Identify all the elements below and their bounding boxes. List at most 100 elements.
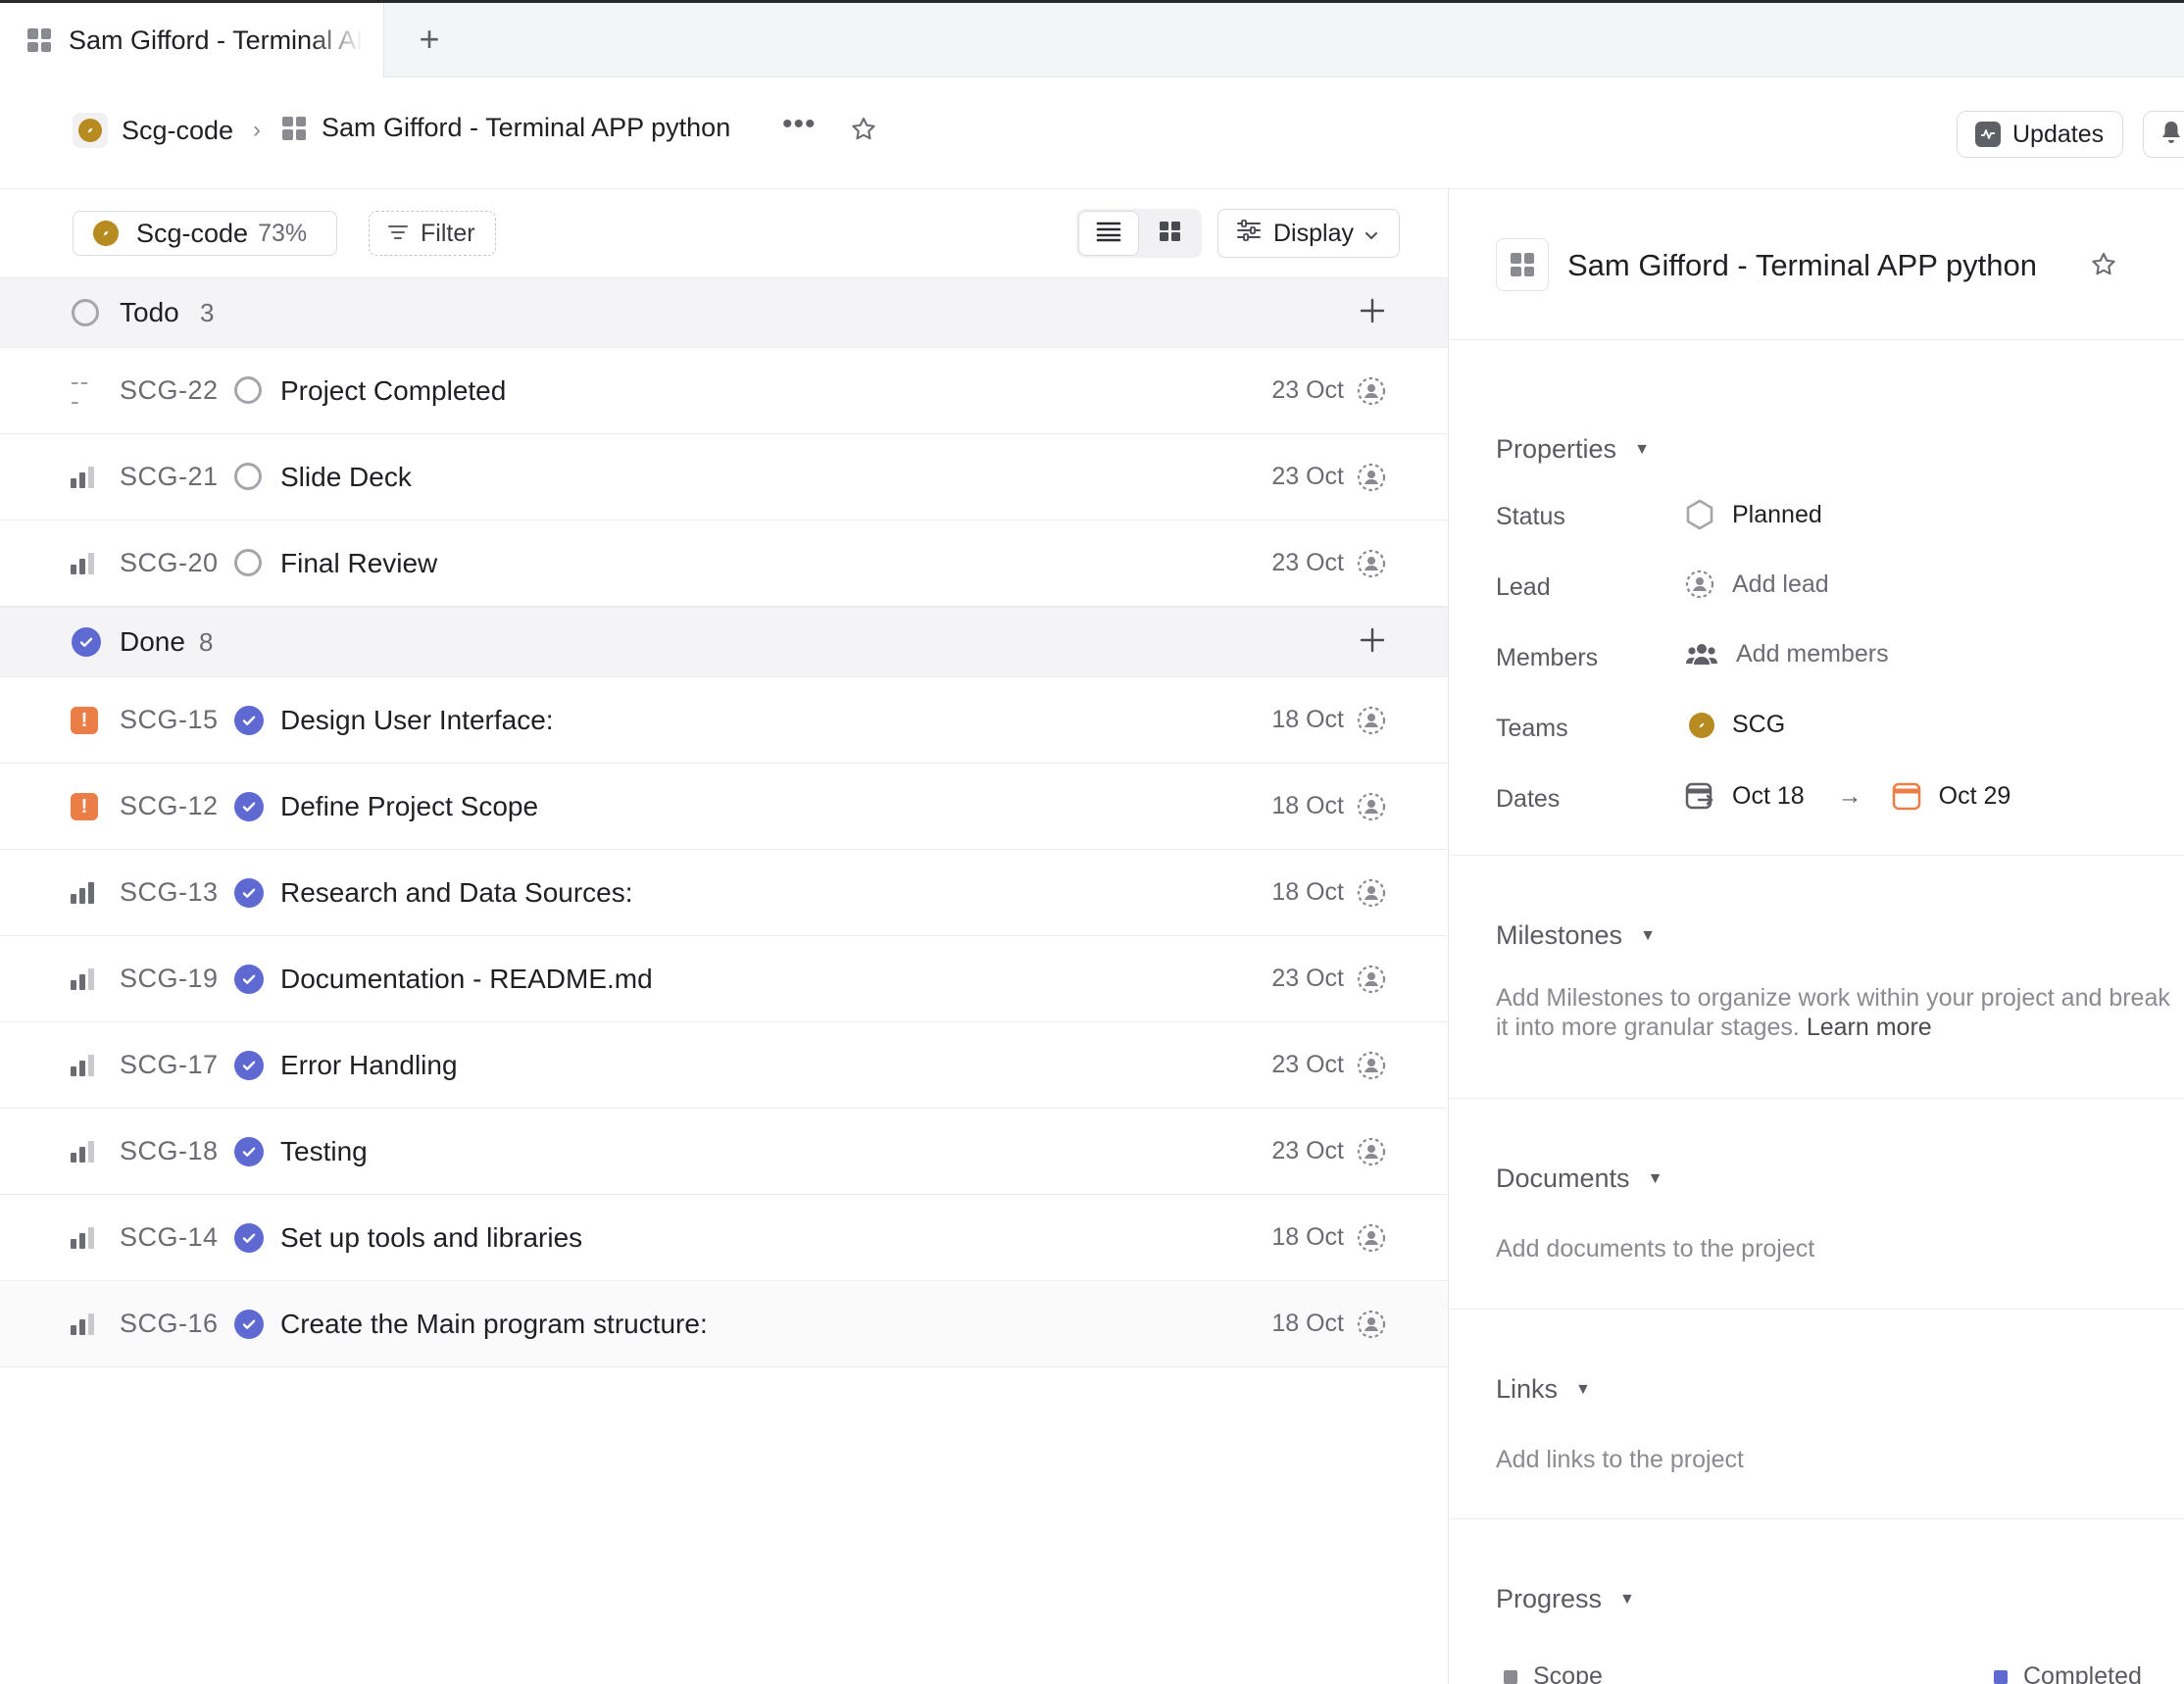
issue-date: 23 Oct xyxy=(1271,463,1344,490)
issue-identifier: SCG-22 xyxy=(120,375,219,405)
caret-down-icon: ▼ xyxy=(1640,926,1656,944)
scope-swatch xyxy=(1504,1669,1517,1684)
documents-empty-text[interactable]: Add documents to the project xyxy=(1496,1234,1814,1263)
links-heading-label: Links xyxy=(1496,1374,1559,1404)
group-header-done[interactable]: Done 8 xyxy=(0,607,1448,677)
dates-value[interactable]: Oct 18 → Oct 29 xyxy=(1685,781,2010,811)
breadcrumb-team[interactable]: Scg-code xyxy=(73,113,233,148)
links-heading[interactable]: Links ▼ xyxy=(1496,1374,1591,1405)
issue-row[interactable]: SCG-17 Error Handling 23 Oct xyxy=(0,1022,1448,1109)
documents-heading[interactable]: Documents ▼ xyxy=(1496,1164,1663,1194)
issue-row[interactable]: SCG-19 Documentation - README.md 23 Oct xyxy=(0,936,1448,1022)
done-status-icon[interactable] xyxy=(234,878,264,908)
assignee-avatar-icon[interactable] xyxy=(1357,549,1386,583)
priority-button[interactable] xyxy=(71,464,98,491)
team-icon-wrap xyxy=(73,113,108,148)
priority-button[interactable]: --- xyxy=(71,369,98,414)
todo-status-icon[interactable] xyxy=(234,463,262,490)
issue-row[interactable]: SCG-20 Final Review 23 Oct xyxy=(0,520,1448,607)
no-priority-icon: --- xyxy=(71,367,90,416)
priority-button[interactable] xyxy=(71,1138,98,1165)
favorite-star-icon[interactable] xyxy=(2089,250,2118,284)
todo-status-icon[interactable] xyxy=(234,549,262,576)
breadcrumb-project[interactable]: Sam Gifford - Terminal APP python xyxy=(282,113,730,143)
assignee-avatar-icon[interactable] xyxy=(1357,706,1386,740)
assignee-avatar-icon[interactable] xyxy=(1357,1223,1386,1258)
issue-identifier: SCG-17 xyxy=(120,1050,219,1079)
assignee-avatar-icon[interactable] xyxy=(1357,1051,1386,1085)
issue-date: 18 Oct xyxy=(1271,878,1344,906)
issue-title: Research and Data Sources: xyxy=(280,876,633,908)
issue-row[interactable]: SCG-14 Set up tools and libraries 18 Oct xyxy=(0,1195,1448,1281)
add-issue-button[interactable] xyxy=(1359,294,1386,331)
done-status-icon[interactable] xyxy=(234,1310,264,1339)
issue-date: 18 Oct xyxy=(1271,792,1344,819)
done-status-icon[interactable] xyxy=(234,792,264,821)
progress-heading[interactable]: Progress ▼ xyxy=(1496,1584,1635,1614)
documents-section: Documents ▼ Add documents to the project xyxy=(1450,1099,2184,1310)
todo-status-icon[interactable] xyxy=(234,376,262,404)
assignee-avatar-icon[interactable] xyxy=(1357,878,1386,913)
medium-priority-icon xyxy=(71,1227,94,1249)
issue-row[interactable]: ! SCG-12 Define Project Scope 18 Oct xyxy=(0,764,1448,850)
done-status-icon[interactable] xyxy=(234,965,264,994)
priority-button[interactable]: ! xyxy=(71,707,98,734)
lead-value[interactable]: Add lead xyxy=(1685,570,1829,599)
notifications-button[interactable] xyxy=(2143,111,2184,158)
priority-button[interactable] xyxy=(71,1052,98,1079)
priority-button[interactable] xyxy=(71,1311,98,1338)
priority-button[interactable] xyxy=(71,966,98,993)
caret-down-icon: ▼ xyxy=(1634,440,1650,458)
details-title[interactable]: Sam Gifford - Terminal APP python xyxy=(1567,248,2037,283)
more-options-button[interactable]: ••• xyxy=(782,110,817,139)
properties-heading[interactable]: Properties ▼ xyxy=(1496,434,1650,465)
group-name: Todo xyxy=(120,297,179,327)
assignee-avatar-icon[interactable] xyxy=(1357,965,1386,999)
issue-title: Testing xyxy=(280,1135,368,1166)
done-status-icon[interactable] xyxy=(234,1137,264,1166)
list-view-button[interactable] xyxy=(1078,211,1139,256)
done-status-icon[interactable] xyxy=(234,1051,264,1080)
updates-label: Updates xyxy=(2012,120,2105,148)
team-filter-chip[interactable]: Scg-code 73% xyxy=(73,211,337,256)
issue-row[interactable]: SCG-16 Create the Main program structure:… xyxy=(0,1281,1448,1367)
assignee-avatar-icon[interactable] xyxy=(1357,1310,1386,1344)
priority-button[interactable] xyxy=(71,1224,98,1252)
members-label: Members xyxy=(1496,644,1599,671)
issue-row[interactable]: SCG-18 Testing 23 Oct xyxy=(0,1109,1448,1195)
add-issue-button[interactable] xyxy=(1359,623,1386,661)
members-value[interactable]: Add members xyxy=(1685,640,1889,669)
project-icon-box[interactable] xyxy=(1496,238,1549,291)
tab-project[interactable]: Sam Gifford - Terminal APP python xyxy=(0,3,384,77)
links-empty-text[interactable]: Add links to the project xyxy=(1496,1445,1744,1474)
favorite-star-icon[interactable] xyxy=(849,115,878,149)
done-status-icon[interactable] xyxy=(234,706,264,735)
assignee-avatar-icon[interactable] xyxy=(1357,463,1386,497)
status-value[interactable]: Planned xyxy=(1685,499,1822,530)
assignee-avatar-icon[interactable] xyxy=(1357,376,1386,411)
display-options-button[interactable]: Display xyxy=(1217,209,1400,258)
start-date: Oct 18 xyxy=(1732,781,1805,810)
learn-more-link[interactable]: Learn more xyxy=(1807,1014,1932,1041)
milestones-heading[interactable]: Milestones ▼ xyxy=(1496,920,1656,951)
board-view-button[interactable] xyxy=(1141,211,1200,256)
issue-row[interactable]: --- SCG-22 Project Completed 23 Oct xyxy=(0,348,1448,434)
assignee-avatar-icon[interactable] xyxy=(1357,792,1386,826)
issue-row[interactable]: ! SCG-15 Design User Interface: 18 Oct xyxy=(0,677,1448,764)
filter-label: Filter xyxy=(421,219,475,247)
filter-button[interactable]: Filter xyxy=(369,211,496,256)
updates-button[interactable]: Updates xyxy=(1957,111,2123,158)
issue-row[interactable]: SCG-21 Slide Deck 23 Oct xyxy=(0,434,1448,520)
priority-button[interactable] xyxy=(71,879,98,907)
assignee-avatar-icon[interactable] xyxy=(1357,1137,1386,1171)
issue-row[interactable]: SCG-13 Research and Data Sources: 18 Oct xyxy=(0,850,1448,936)
group-header-todo[interactable]: Todo 3 xyxy=(0,277,1448,348)
priority-button[interactable] xyxy=(71,550,98,577)
issue-title: Design User Interface: xyxy=(280,704,554,735)
new-tab-button[interactable]: + xyxy=(410,21,449,60)
teams-value[interactable]: SCG xyxy=(1685,711,1785,739)
done-status-icon xyxy=(72,627,101,657)
date-arrow: → xyxy=(1837,781,1862,810)
priority-button[interactable]: ! xyxy=(71,793,98,820)
done-status-icon[interactable] xyxy=(234,1223,264,1253)
